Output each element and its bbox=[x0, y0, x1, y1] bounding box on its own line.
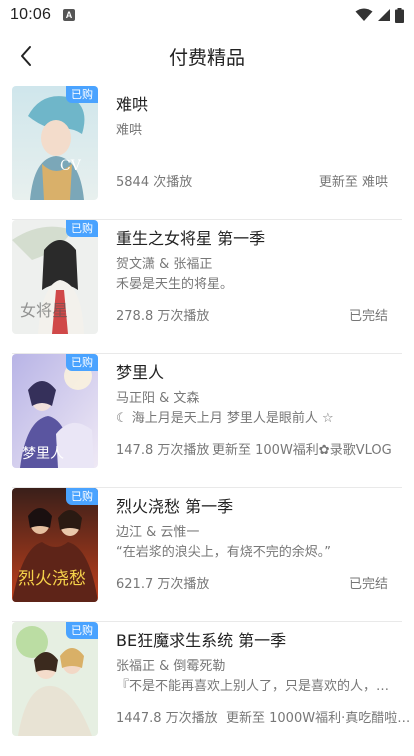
item-subtitle: 张福正 & 倒霉死勒 bbox=[116, 659, 226, 674]
update-status: 已完结 bbox=[348, 577, 388, 592]
update-status: 更新至 难哄 bbox=[318, 175, 388, 190]
battery-icon bbox=[395, 7, 404, 23]
drama-list: CV 已购 难哄 难哄 5844 次播放 更新至 难哄 女将星 已购 重生之女将… bbox=[0, 86, 414, 756]
header: 付费精品 bbox=[0, 30, 414, 82]
item-title: 烈火浇愁 第一季 bbox=[116, 497, 234, 516]
page-title: 付费精品 bbox=[168, 46, 245, 69]
update-status: 更新至 100W福利✿录歌VLOG bbox=[212, 443, 392, 458]
list-item[interactable]: 烈火浇愁 已购 烈火浇愁 第一季 边江 & 云惟一 “在岩浆的浪尖上，有烧不完的… bbox=[12, 488, 402, 622]
status-icons bbox=[355, 7, 404, 23]
wifi-icon bbox=[355, 8, 373, 21]
item-description: 『不是不能再喜欢上别人了，只是喜欢的人，… bbox=[116, 679, 390, 694]
purchased-badge: 已购 bbox=[66, 354, 98, 371]
list-item[interactable]: 女将星 已购 重生之女将星 第一季 贺文潇 & 张福正 禾晏是天生的将星。 27… bbox=[12, 220, 402, 354]
play-count: 1447.8 万次播放 bbox=[116, 711, 218, 726]
play-count: 5844 次播放 bbox=[116, 175, 193, 190]
cover-image: 烈火浇愁 已购 bbox=[12, 488, 98, 602]
update-status: 更新至 1000W福利·真吃醋啦… bbox=[226, 711, 411, 726]
play-count: 621.7 万次播放 bbox=[116, 577, 210, 592]
signal-icon bbox=[378, 9, 390, 21]
play-count: 147.8 万次播放 bbox=[116, 443, 210, 458]
purchased-badge: 已购 bbox=[66, 220, 98, 237]
purchased-badge: 已购 bbox=[66, 86, 98, 103]
item-subtitle: 贺文潇 & 张福正 bbox=[116, 257, 213, 272]
play-count: 278.8 万次播放 bbox=[116, 309, 210, 324]
cover-image: CV 已购 bbox=[12, 86, 98, 200]
notification-icon: A bbox=[63, 9, 76, 21]
purchased-badge: 已购 bbox=[66, 622, 98, 639]
item-info: 烈火浇愁 第一季 边江 & 云惟一 “在岩浆的浪尖上，有烧不完的余烬。” 621… bbox=[116, 488, 398, 602]
svg-text:烈火浇愁: 烈火浇愁 bbox=[18, 569, 86, 589]
status-bar: 10:06 A bbox=[0, 0, 414, 30]
item-title: 难哄 bbox=[116, 95, 149, 114]
item-subtitle: 难哄 bbox=[116, 123, 143, 138]
back-arrow-icon bbox=[21, 46, 31, 66]
purchased-badge: 已购 bbox=[66, 488, 98, 505]
cover-image: 已购 bbox=[12, 622, 98, 736]
item-subtitle: 边江 & 云惟一 bbox=[116, 525, 200, 540]
item-info: 梦里人 马正阳 & 文森 ☾ 海上月是天上月 梦里人是眼前人 ☆ 147.8 万… bbox=[116, 354, 398, 468]
item-info: 难哄 难哄 5844 次播放 更新至 难哄 bbox=[116, 86, 398, 200]
item-title: 重生之女将星 第一季 bbox=[116, 229, 266, 248]
svg-text:CV: CV bbox=[60, 158, 82, 174]
svg-text:女将星: 女将星 bbox=[20, 301, 68, 320]
item-info: 重生之女将星 第一季 贺文潇 & 张福正 禾晏是天生的将星。 278.8 万次播… bbox=[116, 220, 398, 334]
item-info: BE狂魔求生系统 第一季 张福正 & 倒霉死勒 『不是不能再喜欢上别人了，只是喜… bbox=[116, 622, 410, 736]
list-item[interactable]: 梦里人 已购 梦里人 马正阳 & 文森 ☾ 海上月是天上月 梦里人是眼前人 ☆ … bbox=[12, 354, 402, 488]
back-button[interactable] bbox=[10, 40, 42, 72]
cover-image: 女将星 已购 bbox=[12, 220, 98, 334]
item-description: “在岩浆的浪尖上，有烧不完的余烬。” bbox=[116, 545, 331, 560]
item-description: ☾ 海上月是天上月 梦里人是眼前人 ☆ bbox=[116, 411, 334, 426]
item-subtitle: 马正阳 & 文森 bbox=[116, 391, 200, 406]
item-description: 禾晏是天生的将星。 bbox=[116, 277, 234, 292]
list-item[interactable]: CV 已购 难哄 难哄 5844 次播放 更新至 难哄 bbox=[12, 86, 402, 220]
update-status: 已完结 bbox=[348, 309, 388, 324]
cover-image: 梦里人 已购 bbox=[12, 354, 98, 468]
status-time: 10:06 bbox=[10, 6, 52, 23]
item-title: 梦里人 bbox=[116, 363, 165, 382]
item-title: BE狂魔求生系统 第一季 bbox=[116, 631, 287, 650]
svg-text:梦里人: 梦里人 bbox=[22, 446, 64, 462]
